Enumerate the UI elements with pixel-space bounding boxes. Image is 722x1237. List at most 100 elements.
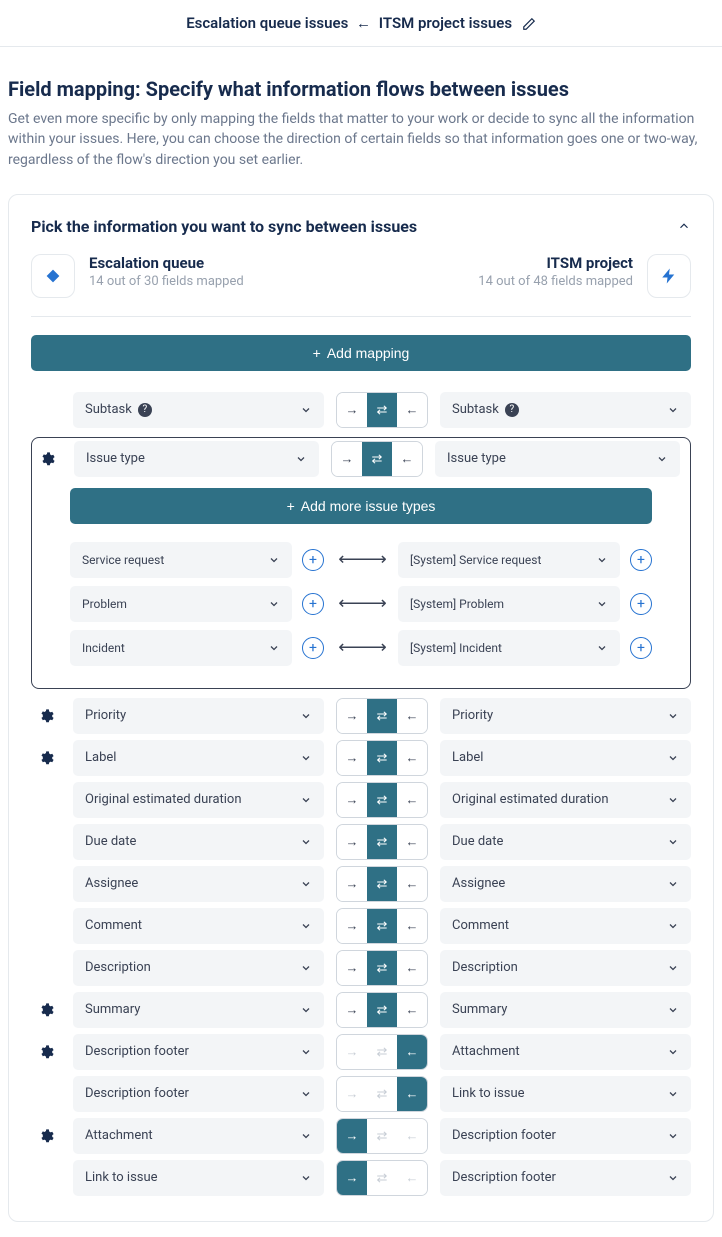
direction-right[interactable]: → [337,1161,367,1195]
direction-toggle[interactable]: →⇄← [336,1076,428,1112]
field-select[interactable]: Priority [440,698,691,734]
field-select[interactable]: Attachment [440,1034,691,1070]
field-select[interactable]: Link to issue [73,1160,324,1196]
field-select[interactable]: [System] Incident [398,630,620,666]
field-select[interactable]: Due date [73,824,324,860]
field-select[interactable]: Summary [440,992,691,1028]
chevron-up-icon[interactable] [677,219,691,233]
field-select[interactable]: Issue type [435,441,680,477]
direction-right[interactable]: → [337,1119,367,1153]
direction-right[interactable]: → [332,442,362,476]
direction-left[interactable]: ← [397,825,427,859]
direction-both[interactable]: ⇄ [367,951,397,985]
direction-both[interactable]: ⇄ [362,442,392,476]
field-select[interactable]: Subtask? [73,392,324,428]
field-select[interactable]: Comment [73,908,324,944]
field-select[interactable]: [System] Service request [398,542,620,578]
direction-toggle[interactable]: →⇄← [336,824,428,860]
direction-right[interactable]: → [337,1035,367,1069]
field-select[interactable]: Original estimated duration [440,782,691,818]
gear-slot[interactable] [31,750,61,766]
field-select[interactable]: Subtask? [440,392,691,428]
direction-toggle[interactable]: →⇄← [331,441,423,477]
direction-left[interactable]: ← [397,393,427,427]
field-select[interactable]: Original estimated duration [73,782,324,818]
direction-right[interactable]: → [337,993,367,1027]
field-select[interactable]: Description [73,950,324,986]
field-select[interactable]: Assignee [73,866,324,902]
direction-both[interactable]: ⇄ [367,825,397,859]
gear-slot[interactable] [31,1128,61,1144]
direction-right[interactable]: → [337,909,367,943]
direction-toggle[interactable]: →⇄← [336,1118,428,1154]
direction-toggle[interactable]: →⇄← [336,1034,428,1070]
direction-toggle[interactable]: →⇄← [336,866,428,902]
field-select[interactable]: Priority [73,698,324,734]
direction-both[interactable]: ⇄ [367,1119,397,1153]
gear-slot[interactable] [31,708,61,724]
direction-left[interactable]: ← [392,442,422,476]
direction-both[interactable]: ⇄ [367,1161,397,1195]
plus-circle-icon[interactable]: + [302,637,324,659]
field-select[interactable]: Description [440,950,691,986]
plus-circle-icon[interactable]: + [630,549,652,571]
field-select[interactable]: Description footer [73,1076,324,1112]
direction-right[interactable]: → [337,867,367,901]
add-mapping-button[interactable]: + Add mapping [31,335,691,371]
direction-both[interactable]: ⇄ [367,993,397,1027]
direction-left[interactable]: ← [397,1119,427,1153]
direction-both[interactable]: ⇄ [367,867,397,901]
edit-icon[interactable] [522,17,536,31]
direction-toggle[interactable]: →⇄← [336,740,428,776]
direction-right[interactable]: → [337,699,367,733]
direction-both[interactable]: ⇄ [367,699,397,733]
direction-toggle[interactable]: →⇄← [336,698,428,734]
direction-left[interactable]: ← [397,1035,427,1069]
help-icon[interactable]: ? [138,403,152,417]
direction-toggle[interactable]: →⇄← [336,992,428,1028]
field-select[interactable]: Description footer [73,1034,324,1070]
plus-circle-icon[interactable]: + [302,549,324,571]
field-select[interactable]: Assignee [440,866,691,902]
direction-right[interactable]: → [337,825,367,859]
field-select[interactable]: Issue type [74,441,319,477]
direction-both[interactable]: ⇄ [367,909,397,943]
direction-left[interactable]: ← [397,993,427,1027]
gear-slot[interactable] [32,451,62,467]
field-select[interactable]: Description footer [440,1160,691,1196]
help-icon[interactable]: ? [505,403,519,417]
direction-left[interactable]: ← [397,783,427,817]
field-select[interactable]: Label [73,740,324,776]
plus-circle-icon[interactable]: + [630,593,652,615]
direction-left[interactable]: ← [397,951,427,985]
direction-both[interactable]: ⇄ [367,1077,397,1111]
direction-toggle[interactable]: →⇄← [336,950,428,986]
direction-right[interactable]: → [337,393,367,427]
field-select[interactable]: Link to issue [440,1076,691,1112]
gear-slot[interactable] [31,1044,61,1060]
direction-right[interactable]: → [337,741,367,775]
field-select[interactable]: Service request [70,542,292,578]
direction-left[interactable]: ← [397,699,427,733]
plus-circle-icon[interactable]: + [630,637,652,659]
direction-right[interactable]: → [337,1077,367,1111]
direction-toggle[interactable]: →⇄← [336,908,428,944]
direction-both[interactable]: ⇄ [367,741,397,775]
direction-left[interactable]: ← [397,741,427,775]
gear-slot[interactable] [31,1002,61,1018]
field-select[interactable]: Attachment [73,1118,324,1154]
field-select[interactable]: Summary [73,992,324,1028]
direction-right[interactable]: → [337,783,367,817]
direction-left[interactable]: ← [397,909,427,943]
direction-left[interactable]: ← [397,1077,427,1111]
direction-toggle[interactable]: →⇄← [336,392,428,428]
field-select[interactable]: [System] Problem [398,586,620,622]
direction-both[interactable]: ⇄ [367,1035,397,1069]
field-select[interactable]: Due date [440,824,691,860]
field-select[interactable]: Description footer [440,1118,691,1154]
direction-both[interactable]: ⇄ [367,393,397,427]
field-select[interactable]: Incident [70,630,292,666]
direction-right[interactable]: → [337,951,367,985]
field-select[interactable]: Problem [70,586,292,622]
direction-toggle[interactable]: →⇄← [336,782,428,818]
